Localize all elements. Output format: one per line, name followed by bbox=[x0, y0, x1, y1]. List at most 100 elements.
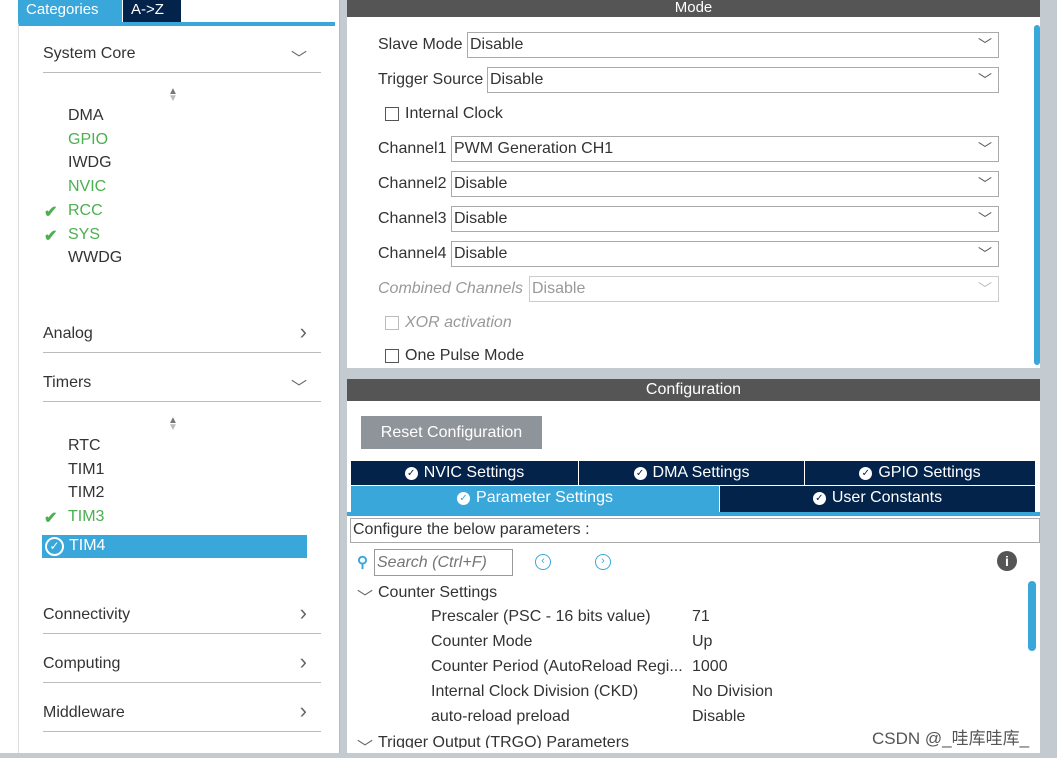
chevron-down-icon[interactable]: ﹀ bbox=[357, 584, 373, 608]
xor-label: XOR activation bbox=[405, 314, 512, 331]
check-icon: ✔ bbox=[44, 227, 58, 245]
sidebar-item-dma[interactable]: DMA bbox=[68, 107, 104, 125]
check-icon: ✔ bbox=[44, 510, 58, 528]
sidebar-item-gpio[interactable]: GPIO bbox=[68, 131, 108, 149]
chevron-down-icon: ﹀ bbox=[978, 72, 992, 88]
chevron-right-icon: › bbox=[299, 698, 307, 723]
sidebar-item-wwdg[interactable]: WWDG bbox=[68, 249, 122, 267]
select-value: Disable bbox=[454, 210, 508, 227]
param-value[interactable]: Disable bbox=[692, 708, 745, 726]
combined-channels-select[interactable]: Disable ﹀ bbox=[529, 276, 999, 302]
info-icon[interactable]: i bbox=[997, 551, 1017, 571]
sort-icon[interactable]: ▲ ▼ bbox=[168, 416, 178, 433]
select-value: Disable bbox=[454, 245, 508, 262]
check-icon: ✓ bbox=[45, 536, 64, 556]
category-timers[interactable]: Timers ﹀ bbox=[43, 374, 321, 402]
internal-clock-checkbox[interactable] bbox=[385, 107, 399, 121]
select-value: PWM Generation CH1 bbox=[454, 140, 614, 157]
chevron-right-icon: › bbox=[299, 649, 307, 674]
category-middleware[interactable]: Middleware › bbox=[43, 698, 321, 732]
channel3-label: Channel3 bbox=[378, 210, 447, 227]
chevron-down-icon[interactable]: ﹀ bbox=[357, 734, 373, 758]
param-value[interactable]: Up bbox=[692, 633, 712, 651]
tab-gpio-settings[interactable]: ✓ GPIO Settings bbox=[805, 461, 1036, 485]
tab-label: DMA Settings bbox=[652, 464, 750, 481]
configuration-header: Configuration bbox=[347, 379, 1040, 401]
channel2-label: Channel2 bbox=[378, 175, 447, 192]
category-analog[interactable]: Analog › bbox=[43, 319, 321, 353]
select-value: Disable bbox=[532, 280, 586, 297]
check-icon: ✔ bbox=[44, 203, 58, 221]
select-value: Disable bbox=[470, 36, 524, 53]
tab-user-constants[interactable]: ✓ User Constants bbox=[720, 486, 1036, 512]
tab-label: User Constants bbox=[831, 489, 943, 506]
param-value[interactable]: 71 bbox=[692, 608, 710, 626]
slave-mode-label: Slave Mode bbox=[378, 36, 463, 53]
chevron-down-icon: ﹀ bbox=[978, 211, 992, 227]
tab-label: GPIO Settings bbox=[878, 464, 981, 481]
sidebar-item-tim1[interactable]: TIM1 bbox=[68, 461, 104, 479]
chevron-down-icon: ﹀ bbox=[978, 37, 992, 53]
mode-header: Mode bbox=[347, 0, 1040, 17]
one-pulse-checkbox[interactable] bbox=[385, 349, 399, 363]
watermark: CSDN @_哇库哇库_ bbox=[872, 729, 1030, 748]
param-name: auto-reload preload bbox=[431, 708, 570, 725]
param-name: Internal Clock Division (CKD) bbox=[431, 683, 639, 700]
channel2-select[interactable]: Disable ﹀ bbox=[451, 171, 999, 197]
trigger-source-label: Trigger Source bbox=[378, 71, 484, 88]
select-value: Disable bbox=[490, 71, 544, 88]
one-pulse-label: One Pulse Mode bbox=[405, 347, 525, 364]
channel1-label: Channel1 bbox=[378, 140, 447, 157]
mode-panel: Mode Slave Mode Disable ﹀ Trigger Source … bbox=[347, 0, 1040, 368]
sidebar-item-tim4[interactable]: TIM4 bbox=[42, 534, 307, 558]
sidebar-item-rtc[interactable]: RTC bbox=[68, 437, 101, 455]
param-value[interactable]: No Division bbox=[692, 683, 773, 701]
check-circle-icon: ✓ bbox=[633, 467, 647, 480]
sidebar-item-tim3[interactable]: TIM3 bbox=[68, 508, 104, 526]
counter-settings-group[interactable]: Counter Settings bbox=[378, 584, 497, 602]
search-input[interactable] bbox=[374, 549, 513, 576]
channel4-label: Channel4 bbox=[378, 245, 447, 262]
channel3-select[interactable]: Disable ﹀ bbox=[451, 206, 999, 232]
param-name: Prescaler (PSC - 16 bits value) bbox=[431, 608, 651, 625]
mode-scrollbar[interactable] bbox=[1034, 25, 1040, 365]
chevron-down-icon: ﹀ bbox=[978, 281, 992, 297]
param-value[interactable]: 1000 bbox=[692, 658, 728, 676]
trgo-group[interactable]: Trigger Output (TRGO) Parameters bbox=[378, 734, 629, 748]
chevron-down-icon: ﹀ bbox=[978, 246, 992, 262]
tab-dma-settings[interactable]: ✓ DMA Settings bbox=[579, 461, 805, 485]
configuration-panel: Configuration Reset Configuration Config… bbox=[347, 379, 1040, 757]
sort-icon[interactable]: ▲ ▼ bbox=[168, 87, 178, 104]
sidebar-item-sys[interactable]: SYS bbox=[68, 226, 100, 244]
category-system-core[interactable]: System Core ﹀ bbox=[43, 45, 321, 73]
configure-text: Configure the below parameters : bbox=[350, 518, 1040, 543]
previous-icon[interactable]: ‹ bbox=[535, 554, 551, 570]
xor-checkbox[interactable] bbox=[385, 316, 399, 330]
param-name: Counter Period (AutoReload Regi... bbox=[431, 658, 683, 675]
sidebar-item-rcc[interactable]: RCC bbox=[68, 202, 103, 220]
slave-mode-select[interactable]: Disable ﹀ bbox=[467, 32, 999, 58]
sidebar-item-nvic[interactable]: NVIC bbox=[68, 178, 106, 196]
check-circle-icon: ✓ bbox=[457, 492, 471, 505]
chevron-right-icon: › bbox=[299, 319, 307, 344]
tab-nvic-settings[interactable]: ✓ NVIC Settings bbox=[351, 461, 579, 485]
category-connectivity[interactable]: Connectivity › bbox=[43, 600, 321, 634]
reset-configuration-button[interactable]: Reset Configuration bbox=[361, 416, 542, 449]
sidebar-item-iwdg[interactable]: IWDG bbox=[68, 154, 112, 172]
tab-categories[interactable]: Categories bbox=[18, 0, 122, 22]
channel1-select[interactable]: PWM Generation CH1 ﹀ bbox=[451, 136, 999, 162]
select-value: Disable bbox=[454, 175, 508, 192]
next-icon[interactable]: › bbox=[595, 554, 611, 570]
tab-label: Parameter Settings bbox=[476, 489, 613, 506]
search-icon: ⚲ bbox=[357, 554, 368, 571]
internal-clock-label: Internal Clock bbox=[405, 105, 503, 122]
category-computing[interactable]: Computing › bbox=[43, 649, 321, 683]
channel4-select[interactable]: Disable ﹀ bbox=[451, 241, 999, 267]
sidebar-item-tim2[interactable]: TIM2 bbox=[68, 484, 104, 502]
chevron-down-icon: ﹀ bbox=[978, 176, 992, 192]
tab-a-z[interactable]: A->Z bbox=[123, 0, 181, 22]
trigger-source-select[interactable]: Disable ﹀ bbox=[487, 67, 999, 93]
params-scrollbar[interactable] bbox=[1028, 581, 1036, 651]
tab-parameter-settings[interactable]: ✓ Parameter Settings bbox=[351, 486, 720, 512]
chevron-down-icon: ﹀ bbox=[290, 380, 307, 397]
